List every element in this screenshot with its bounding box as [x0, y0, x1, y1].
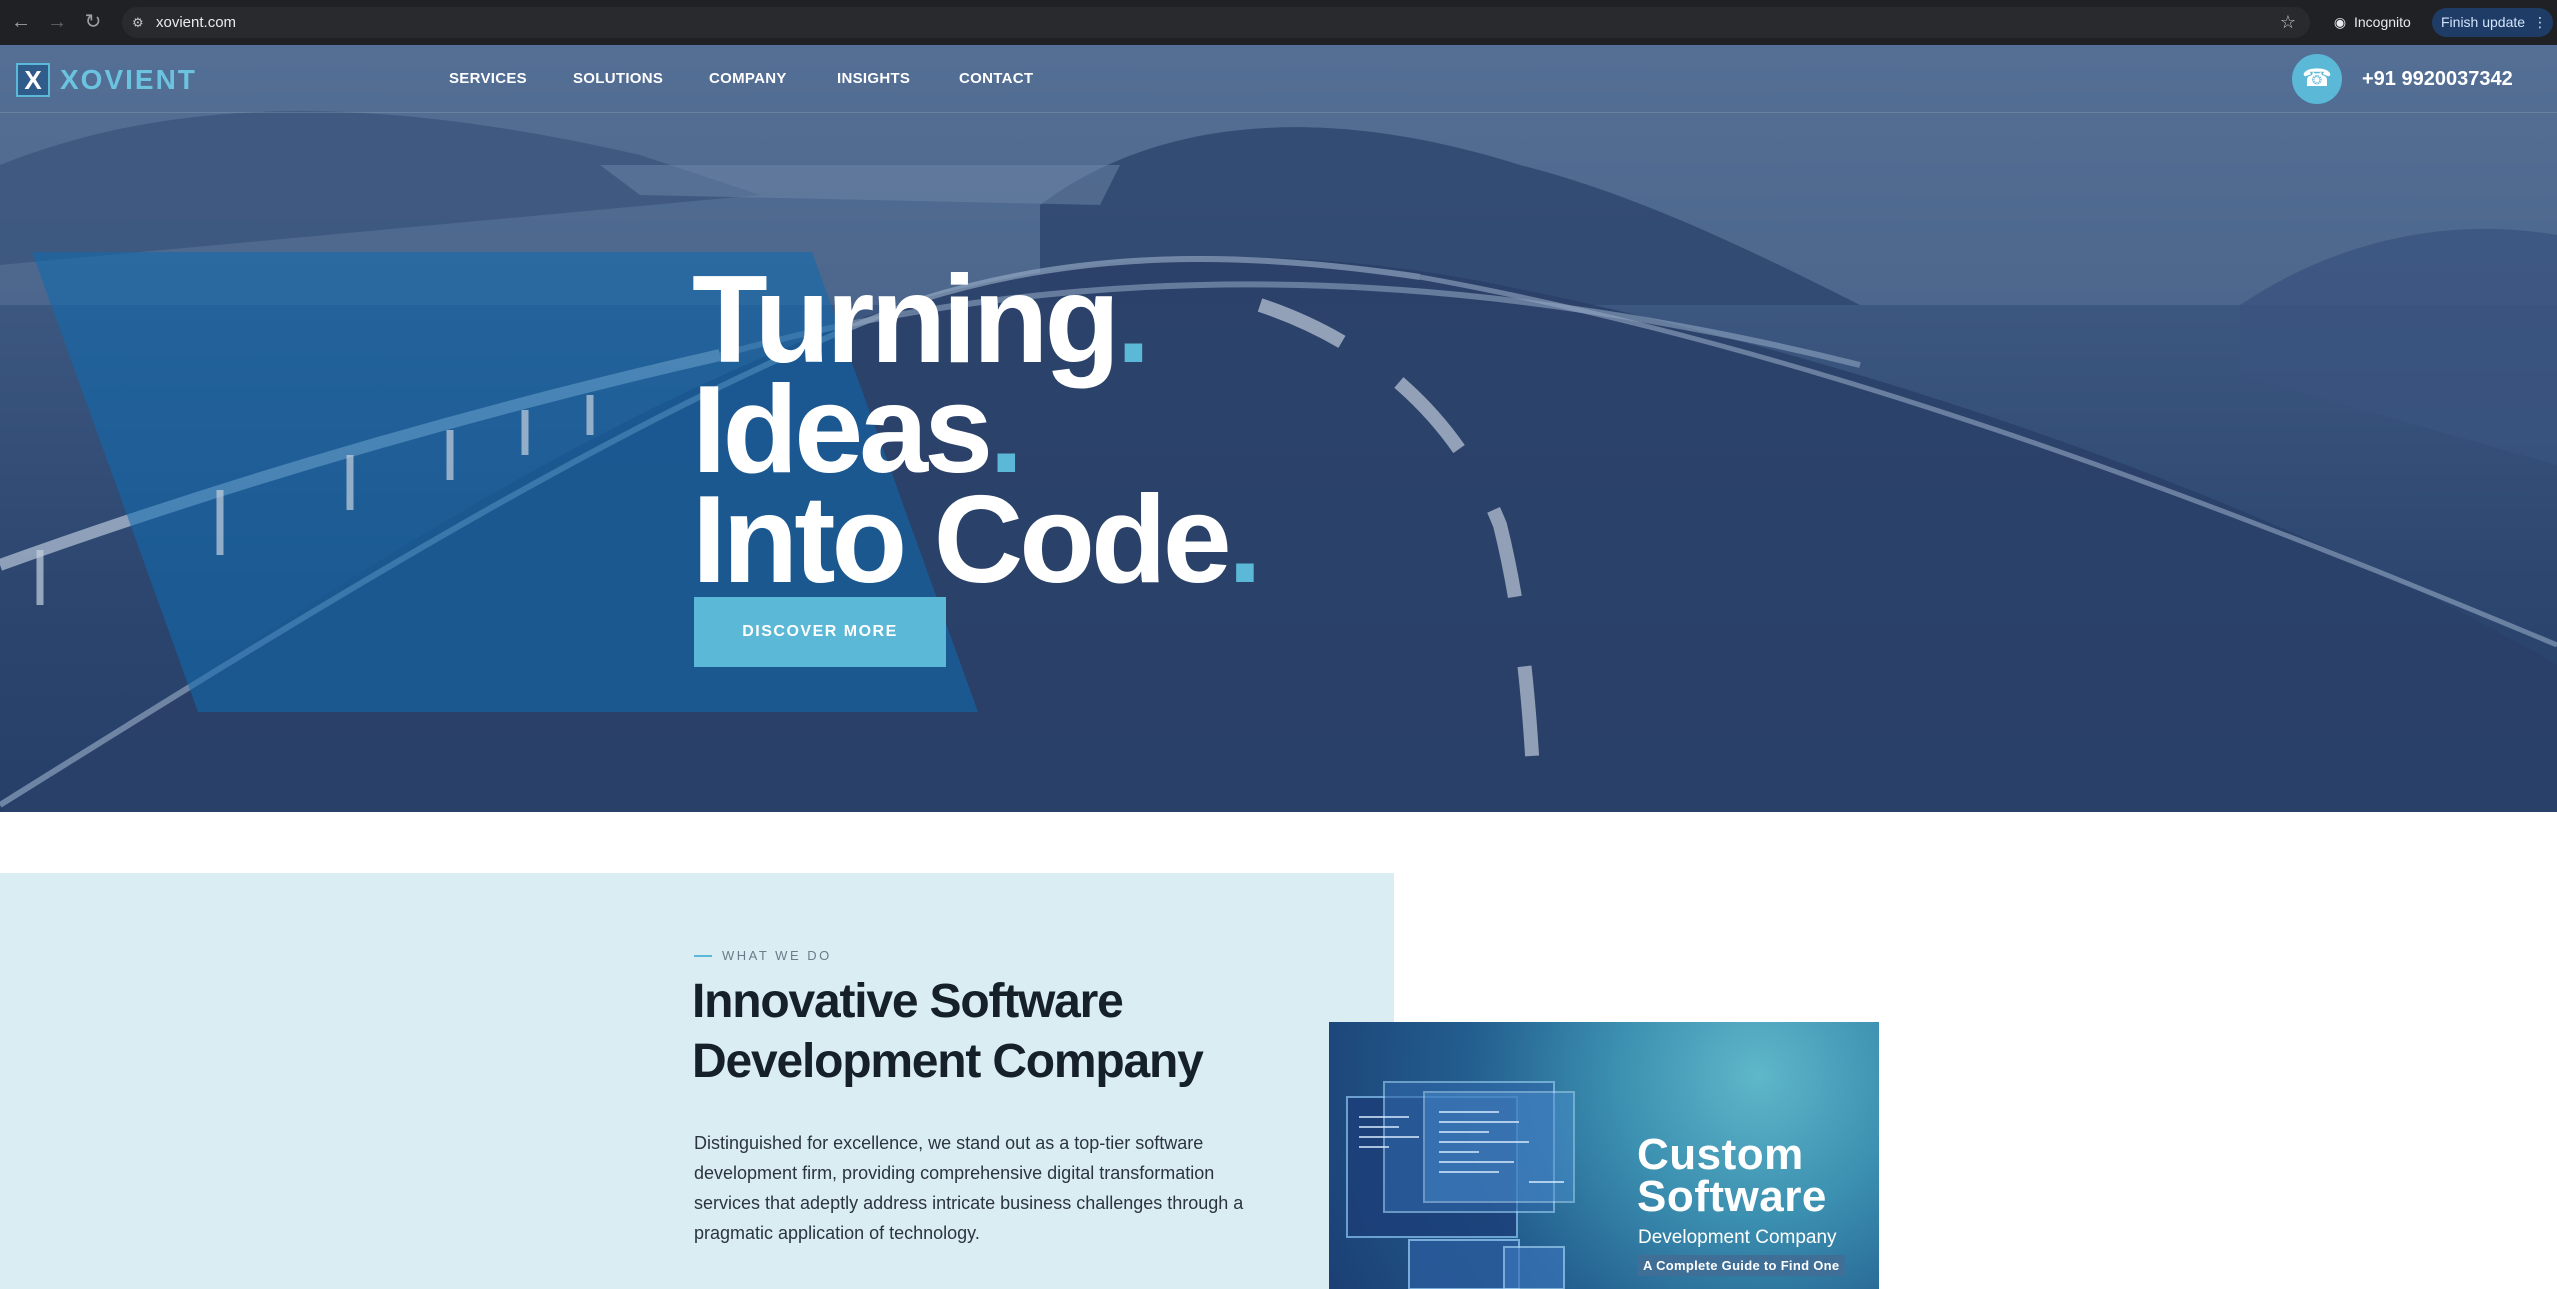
promo-image[interactable]: Custom Software Development Company A Co…: [1329, 1022, 1879, 1289]
headline-line-1: Turning.: [692, 258, 1258, 382]
bookmark-star-icon[interactable]: ☆: [2280, 7, 2296, 38]
section-eyebrow: WHAT WE DO: [694, 948, 832, 963]
promo-tag: A Complete Guide to Find One: [1637, 1255, 1846, 1276]
hero-headline: Turning. Ideas. Into Code.: [692, 258, 1262, 602]
site-info-icon[interactable]: ⚙: [132, 14, 150, 31]
hero-background-image: [0, 45, 2557, 812]
site-logo[interactable]: X XOVIENT: [16, 63, 197, 97]
logo-mark: X: [16, 63, 50, 97]
nav-contact[interactable]: CONTACT: [959, 45, 1033, 113]
headline-word: Into Code: [692, 471, 1232, 609]
incognito-icon: ◉: [2333, 14, 2347, 30]
phone-number[interactable]: +91 9920037342: [2362, 45, 2513, 113]
section-title: Innovative Software Development Company: [692, 972, 1392, 1092]
reload-icon[interactable]: ↻: [80, 9, 106, 35]
back-icon[interactable]: ←: [8, 9, 34, 35]
address-bar[interactable]: ⚙ xovient.com ☆: [122, 7, 2310, 38]
url-text[interactable]: xovient.com: [156, 7, 236, 38]
headline-line-2: Ideas.: [692, 368, 1258, 492]
nav-solutions[interactable]: SOLUTIONS: [573, 45, 663, 113]
incognito-label: Incognito: [2354, 14, 2411, 30]
more-menu-icon[interactable]: ⋮: [2533, 8, 2547, 37]
browser-toolbar: ← → ↻ ⚙ xovient.com ☆ ◉ Incognito Finish …: [0, 0, 2557, 45]
nav-insights[interactable]: INSIGHTS: [837, 45, 910, 113]
eyebrow-rule: [694, 954, 712, 957]
finish-update-label: Finish update: [2441, 14, 2526, 30]
nav-company[interactable]: COMPANY: [709, 45, 787, 113]
nav-services[interactable]: SERVICES: [449, 45, 527, 113]
hero-section: X XOVIENT SERVICES SOLUTIONS COMPANY INS…: [0, 45, 2557, 812]
eyebrow-label: WHAT WE DO: [722, 948, 832, 963]
forward-icon[interactable]: →: [44, 9, 70, 35]
title-line-2: Development Company: [692, 1035, 1204, 1088]
headline-dot: .: [1116, 251, 1151, 389]
promo-title-line-1: Custom: [1637, 1130, 1804, 1179]
section-description: Distinguished for excellence, we stand o…: [694, 1133, 1244, 1243]
finish-update-button[interactable]: Finish update ⋮: [2432, 8, 2553, 37]
site-header: X XOVIENT SERVICES SOLUTIONS COMPANY INS…: [0, 45, 2557, 113]
headline-dot: .: [1227, 471, 1263, 609]
incognito-indicator[interactable]: ◉ Incognito: [2320, 7, 2428, 38]
promo-title-line-2: Software: [1637, 1172, 1827, 1221]
promo-subtitle: Development Company: [1638, 1227, 1837, 1248]
logo-text: XOVIENT: [60, 64, 197, 95]
title-line-1: Innovative Software: [692, 975, 1124, 1028]
headline-line-3: Into Code.: [692, 478, 1262, 602]
phone-icon[interactable]: ☎: [2292, 54, 2342, 104]
discover-more-button[interactable]: DISCOVER MORE: [694, 597, 946, 667]
promo-title: Custom Software: [1637, 1130, 1827, 1221]
